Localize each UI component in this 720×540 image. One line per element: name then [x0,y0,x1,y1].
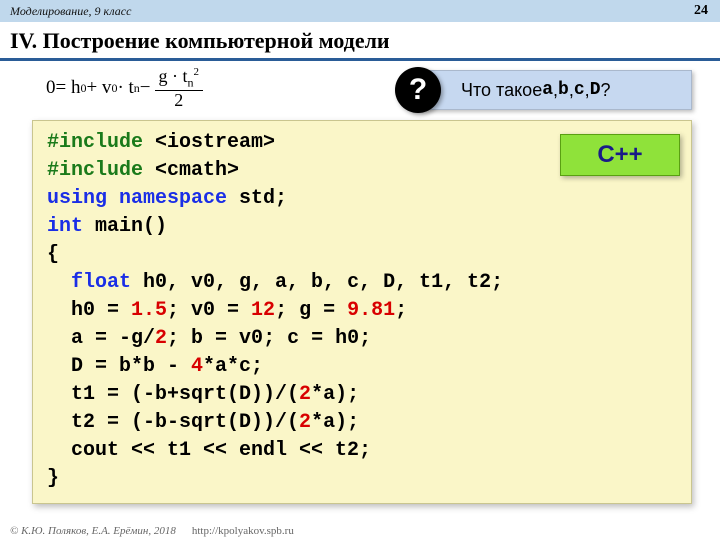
lit-1-5: 1.5 [131,299,167,322]
code-l11a: t2 = (-b-sqrt(D))/( [47,411,299,434]
code-line-4: int main() [47,213,677,241]
callout-c: c [574,80,585,100]
kw-float: float [71,271,143,294]
formula-frac-num-sup: 2 [194,66,200,78]
question-callout: ? Что такое a, b, c, D ? [412,70,692,110]
question-icon: ? [395,67,441,113]
code-l4-main: main() [95,215,167,238]
kw-using: using [47,187,119,210]
code-l6-indent [47,271,71,294]
code-line-3: using namespace std; [47,185,677,213]
code-line-8: a = -g/2; b = v0; c = h0; [47,325,677,353]
code-line-9: D = b*b - 4*a*c; [47,353,677,381]
code-l10a: t1 = (-b+sqrt(D))/( [47,383,299,406]
title-underline [0,58,720,61]
language-badge: C++ [560,134,680,176]
page-title: IV. Построение компьютерной модели [0,22,720,58]
code-l8a: a = -g/ [47,327,155,350]
code-line-11: t2 = (-b-sqrt(D))/(2*a); [47,409,677,437]
kw-int: int [47,215,95,238]
lit-9-81: 9.81 [347,299,395,322]
formula-minus: − [140,77,151,99]
code-block: #include <iostream> #include <cmath> usi… [32,120,692,504]
code-line-5: { [47,241,677,269]
callout-prefix: Что такое [461,80,542,101]
formula-eq: = h [56,77,81,99]
code-l10c: *a); [311,383,359,406]
code-l3-std: std; [239,187,287,210]
code-l7g: ; [395,299,407,322]
code-l1-lib: <iostream> [155,131,275,154]
lit-12: 12 [251,299,275,322]
lit-2b: 2 [299,383,311,406]
code-line-13: } [47,465,677,493]
lit-4: 4 [191,355,203,378]
code-line-7: h0 = 1.5; v0 = 12; g = 9.81; [47,297,677,325]
lit-2a: 2 [155,327,167,350]
code-l7a: h0 = [47,299,131,322]
formula: 0 = h0 + v0 · tn − g · tn2 2 [46,66,203,111]
formula-frac-num-g: g · t [159,66,188,86]
formula-dot: · t [117,77,133,99]
formula-lhs: 0 [46,77,56,99]
lit-2c: 2 [299,411,311,434]
code-line-10: t1 = (-b+sqrt(D))/(2*a); [47,381,677,409]
callout-d: D [590,80,601,100]
callout-b: b [558,80,569,100]
code-l9c: *a*c; [203,355,263,378]
copyright: © К.Ю. Поляков, Е.А. Ерёмин, 2018 [10,525,176,537]
formula-frac-num: g · tn2 [155,66,204,91]
course-label: Моделирование, 9 класс [10,4,131,19]
code-l2-lib: <cmath> [155,159,239,182]
page-number: 24 [694,3,708,19]
code-l9a: D = b*b - [47,355,191,378]
formula-frac-den: 2 [170,91,187,111]
kw-include: #include [47,131,155,154]
kw-namespace: namespace [119,187,239,210]
code-l6-vars: h0, v0, g, a, b, c, D, t1, t2; [143,271,503,294]
code-l7c: ; v0 = [167,299,251,322]
footer: © К.Ю. Поляков, Е.А. Ерёмин, 2018 http:/… [0,522,720,540]
callout-a: a [542,80,553,100]
code-line-12: cout << t1 << endl << t2; [47,437,677,465]
formula-frac: g · tn2 2 [155,66,204,111]
header-strip: Моделирование, 9 класс 24 [0,0,720,22]
formula-plus1: + v [86,77,111,99]
code-l8c: ; b = v0; c = h0; [167,327,371,350]
code-l7e: ; g = [275,299,347,322]
callout-qmark: ? [601,80,611,101]
code-l11c: *a); [311,411,359,434]
code-line-6: float h0, v0, g, a, b, c, D, t1, t2; [47,269,677,297]
footer-url: http://kpolyakov.spb.ru [192,525,294,537]
kw-include: #include [47,159,155,182]
